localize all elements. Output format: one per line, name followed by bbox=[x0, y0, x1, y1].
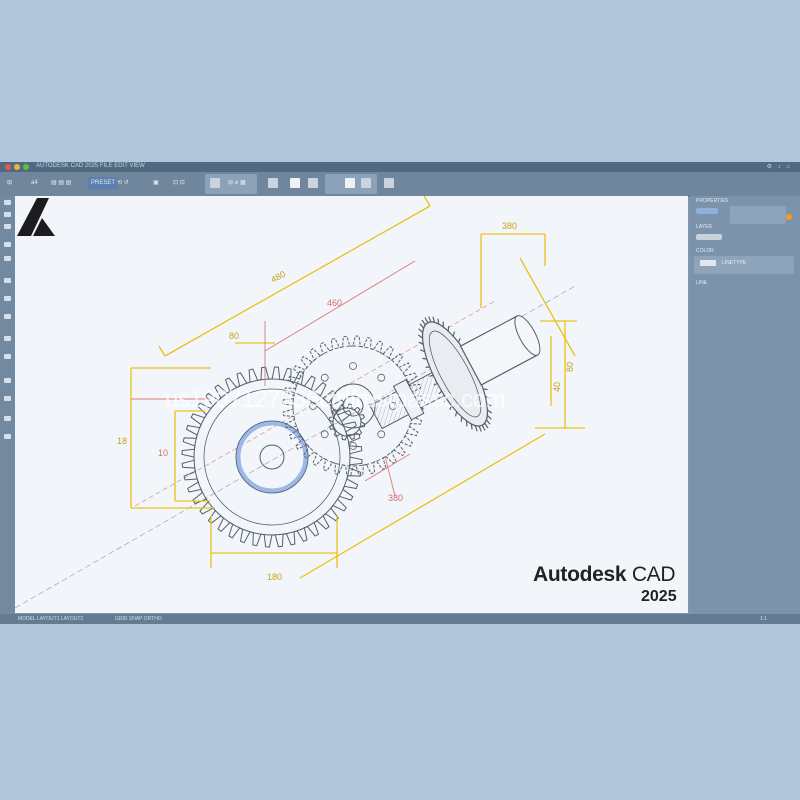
color-swatch[interactable] bbox=[700, 260, 716, 266]
panel-row[interactable]: LAYER bbox=[696, 224, 712, 230]
dim-text-right: 40 bbox=[552, 382, 562, 392]
panel-group: LINETYPE bbox=[694, 256, 794, 274]
dim-text-long-diag: 480 bbox=[269, 269, 287, 285]
toolbar-item[interactable]: ⊡ ⊡ bbox=[170, 177, 188, 189]
large-gear-hub-highlight bbox=[235, 420, 309, 494]
layout-tabs[interactable]: MODEL LAYOUT1 LAYOUT2 bbox=[18, 616, 83, 622]
dim-text-left: 18 bbox=[117, 436, 127, 446]
dim-text-top-right: 380 bbox=[502, 221, 517, 231]
red-dimensions bbox=[131, 260, 416, 497]
tool-icon[interactable] bbox=[4, 396, 11, 401]
dim-text-left-inner: 10 bbox=[158, 448, 168, 458]
gear-hole bbox=[320, 373, 329, 382]
tool-icon[interactable] bbox=[4, 200, 11, 205]
panel-row[interactable]: LINE bbox=[696, 280, 707, 286]
panel-row[interactable]: LINETYPE bbox=[722, 260, 746, 266]
tool-icon[interactable] bbox=[4, 354, 11, 359]
toolbar-item[interactable]: ⟲ ↺ bbox=[114, 177, 132, 189]
maximize-window-icon[interactable] bbox=[23, 164, 29, 170]
spur-tooth bbox=[484, 422, 489, 429]
panel-row[interactable]: PROPERTIES bbox=[696, 198, 728, 204]
product-name-bold: Autodesk bbox=[533, 563, 627, 586]
scale-readout[interactable]: 1:1 bbox=[760, 616, 767, 622]
dim-line-long-bottom bbox=[299, 433, 546, 579]
tool-icon[interactable] bbox=[4, 212, 11, 217]
panel-field[interactable] bbox=[696, 208, 718, 214]
toolbar-group bbox=[325, 174, 377, 194]
panel-preview bbox=[730, 206, 786, 224]
status-dot-icon bbox=[786, 214, 792, 220]
title-bar: AUTODESK CAD 2025 FILE EDIT VIEW ⚙ ♪ ⌂ bbox=[0, 162, 800, 172]
product-name-light: CAD bbox=[626, 563, 676, 586]
dim-text-gear-bottom: 380 bbox=[388, 493, 403, 503]
title-menu[interactable]: AUTODESK CAD 2025 FILE EDIT VIEW bbox=[36, 163, 145, 169]
panel-field[interactable] bbox=[696, 234, 722, 240]
spur-tooth bbox=[428, 316, 432, 323]
tool-icon[interactable] bbox=[4, 278, 11, 283]
gear-hole bbox=[377, 373, 386, 382]
toolbar-item[interactable]: ▤ ▤ ▤ bbox=[48, 177, 74, 189]
spur-tooth bbox=[418, 328, 424, 334]
tool-icon[interactable] bbox=[4, 314, 11, 319]
tool-icon[interactable] bbox=[4, 378, 11, 383]
large-gear-hub bbox=[235, 420, 309, 494]
dim-ext-red bbox=[384, 455, 396, 497]
dim-text-short-top: 80 bbox=[229, 331, 239, 341]
drafting-toggles[interactable]: GRID SNAP ORTHO bbox=[115, 616, 162, 622]
spur-tooth bbox=[486, 414, 492, 420]
spur-tooth bbox=[485, 419, 491, 425]
ribbon-toolbar: ⊞ a4 ▤ ▤ ▤ PRESET ⟲ ↺ ▣ ⊡ ⊡ ⊞ ⌀ ▦ bbox=[0, 172, 800, 197]
dim-text-right-outer: 80 bbox=[565, 362, 575, 372]
spur-tooth bbox=[481, 424, 486, 431]
toolbar-item[interactable]: ⊞ bbox=[4, 177, 15, 189]
dim-text-red-diag: 460 bbox=[327, 298, 342, 308]
tool-button[interactable] bbox=[308, 178, 318, 188]
shaft-assembly bbox=[369, 315, 541, 432]
toolbar-item[interactable]: ▣ bbox=[150, 177, 162, 189]
toolbar-item[interactable]: a4 bbox=[28, 177, 41, 189]
left-toolbar bbox=[0, 196, 15, 614]
tool-button[interactable] bbox=[268, 178, 278, 188]
dim-text-bottom: 180 bbox=[267, 572, 282, 582]
dim-tick bbox=[158, 345, 166, 357]
title-right-icons[interactable]: ⚙ ♪ ⌂ bbox=[767, 163, 792, 170]
minimize-window-icon[interactable] bbox=[14, 164, 20, 170]
tool-icon[interactable] bbox=[4, 434, 11, 439]
dim-line-diag bbox=[164, 205, 431, 357]
product-name: Autodesk CAD bbox=[533, 563, 676, 587]
panel-row[interactable]: COLOR bbox=[696, 248, 714, 254]
gear-hole bbox=[349, 362, 357, 370]
watermark: us1907127236ctrlfrustpassc.com bbox=[165, 386, 506, 413]
spur-tooth bbox=[419, 323, 425, 329]
layer-button[interactable] bbox=[210, 178, 220, 188]
close-window-icon[interactable] bbox=[5, 164, 11, 170]
status-bar: MODEL LAYOUT1 LAYOUT2 GRID SNAP ORTHO 1:… bbox=[0, 614, 800, 624]
tool-icon[interactable] bbox=[4, 242, 11, 247]
product-year: 2025 bbox=[641, 588, 677, 605]
tool-button[interactable] bbox=[384, 178, 394, 188]
tool-icon[interactable] bbox=[4, 256, 11, 261]
tool-icon[interactable] bbox=[4, 336, 11, 341]
dim-tick bbox=[423, 196, 431, 207]
spur-tooth bbox=[424, 317, 429, 324]
tool-icon[interactable] bbox=[4, 224, 11, 229]
tool-icon[interactable] bbox=[4, 296, 11, 301]
properties-panel: PROPERTIES LAYER COLOR LINETYPE LINE bbox=[690, 196, 800, 614]
autodesk-logo-icon bbox=[17, 198, 55, 236]
toolbar-group-label[interactable]: ⊞ ⌀ ▦ bbox=[225, 177, 249, 189]
color-button[interactable] bbox=[345, 178, 355, 188]
tool-button[interactable] bbox=[361, 178, 371, 188]
gear-hole bbox=[320, 430, 329, 439]
gear-hole bbox=[377, 430, 386, 439]
toolbar-group: ⊞ ⌀ ▦ bbox=[205, 174, 257, 194]
spur-tooth bbox=[478, 425, 482, 432]
spur-tooth bbox=[421, 319, 426, 326]
tool-button[interactable] bbox=[290, 178, 300, 188]
tool-icon[interactable] bbox=[4, 416, 11, 421]
large-gear-bore bbox=[259, 444, 285, 470]
